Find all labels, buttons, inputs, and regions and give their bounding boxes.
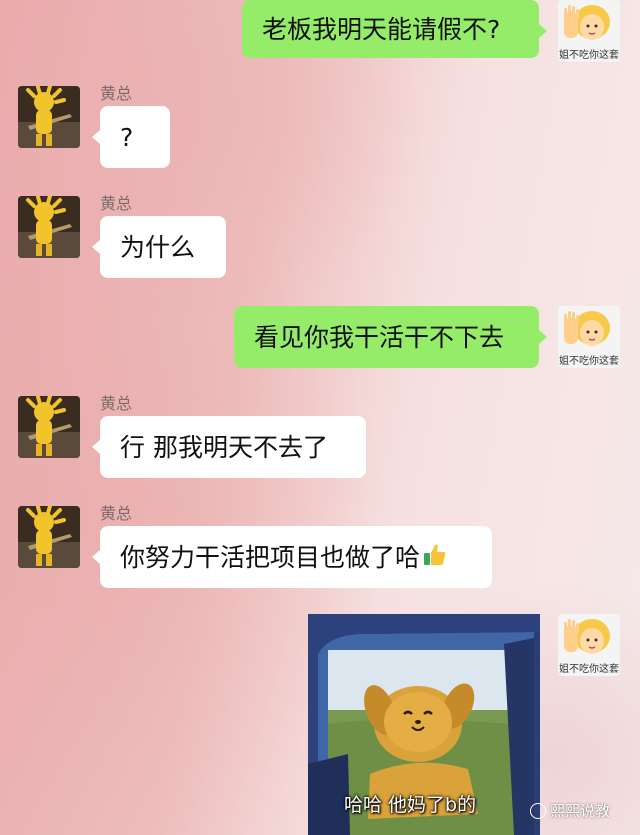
- contact-avatar[interactable]: [18, 196, 80, 258]
- message-bubble-incoming[interactable]: 行 那我明天不去了: [92, 416, 366, 478]
- weibo-icon: [530, 802, 546, 819]
- message-text: 为什么: [120, 232, 196, 262]
- yellow-figure-avatar-icon: [18, 196, 80, 258]
- message-bubble-incoming[interactable]: 你努力干活把项目也做了哈: [92, 526, 492, 588]
- avatar-caption: 姐不吃你这套: [559, 356, 619, 367]
- contact-avatar[interactable]: [18, 86, 80, 148]
- message-text: 你努力干活把项目也做了哈: [120, 542, 421, 572]
- yellow-figure-avatar-icon: [18, 396, 80, 458]
- chat-window: 老板我明天能请假不? 姐不吃你这套 黄总 ? 黄总 为什么 看见你我干活干不下去…: [0, 0, 640, 835]
- message-bubble-outgoing[interactable]: 老板我明天能请假不?: [242, 0, 547, 58]
- message-text: 行 那我明天不去了: [120, 432, 328, 462]
- contact-avatar[interactable]: [18, 506, 80, 568]
- avatar-caption: 姐不吃你这套: [559, 664, 619, 675]
- message-bubble-incoming[interactable]: 为什么: [92, 216, 226, 278]
- my-avatar[interactable]: 姐不吃你这套: [558, 306, 620, 368]
- my-avatar[interactable]: 姐不吃你这套: [558, 0, 620, 62]
- message-text: 看见你我干活干不下去: [254, 322, 505, 352]
- watermark-text: 熙熙说教: [550, 802, 611, 820]
- sender-name: 黄总: [100, 86, 133, 103]
- sender-name: 黄总: [100, 506, 133, 523]
- message-text: ?: [120, 122, 134, 152]
- contact-avatar[interactable]: [18, 396, 80, 458]
- message-text: 老板我明天能请假不?: [262, 14, 501, 44]
- yellow-figure-avatar-icon: [18, 86, 80, 148]
- sender-name: 黄总: [100, 196, 133, 213]
- thumbs-up-icon: [422, 542, 448, 572]
- message-bubble-incoming[interactable]: ?: [92, 106, 170, 168]
- sender-name: 黄总: [100, 396, 133, 413]
- avatar-caption: 姐不吃你这套: [559, 50, 619, 61]
- my-avatar[interactable]: 姐不吃你这套: [558, 614, 620, 676]
- message-bubble-outgoing[interactable]: 看见你我干活干不下去: [234, 306, 547, 368]
- watermark: 熙熙说教: [530, 800, 610, 821]
- sticker-caption: 哈哈 他妈了b的: [344, 794, 477, 816]
- sticker-image[interactable]: 哈哈 他妈了b的: [308, 614, 540, 835]
- yellow-figure-avatar-icon: [18, 506, 80, 568]
